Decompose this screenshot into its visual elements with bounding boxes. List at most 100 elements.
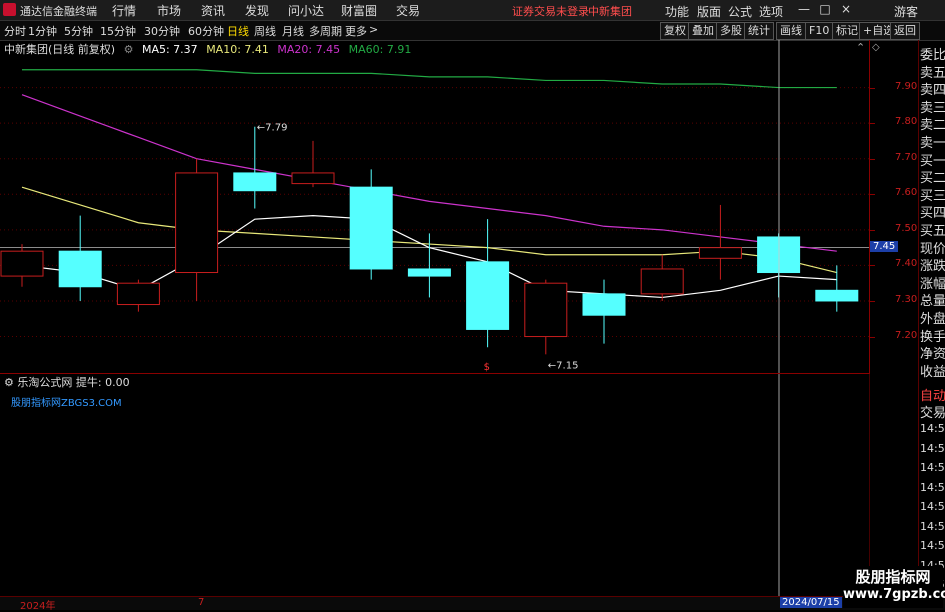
candle-body — [58, 250, 102, 288]
price-tick-label: 7.20 — [895, 329, 918, 341]
price-tick — [870, 123, 875, 125]
time-axis-start: 2024年 — [20, 601, 56, 612]
candle-body — [0, 250, 44, 277]
indicator-pane[interactable] — [0, 374, 870, 596]
menu-item-layout[interactable]: 版面 — [697, 3, 721, 20]
quote-field-label: 买三 — [920, 188, 945, 204]
period-30min[interactable]: 30分钟 — [144, 23, 180, 39]
quote-field-label: 现价 — [920, 241, 945, 257]
menu-item-wealth[interactable]: 财富圈 — [341, 2, 377, 19]
period-monthly[interactable]: 月线 — [282, 23, 304, 39]
price-tick — [870, 300, 875, 302]
indicator-header: ⚙ 乐淘公式网 提牛: 0.00 — [4, 374, 130, 390]
menu-item-news[interactable]: 资讯 — [201, 2, 225, 19]
menu-item-quotes[interactable]: 行情 — [112, 2, 136, 19]
menu-item-function[interactable]: 功能 — [665, 3, 689, 20]
tool-adjust[interactable]: 复权 — [660, 22, 690, 40]
top-menu-bar: 通达信金融终端 行情 市场 资讯 发现 问小达 财富圈 交易 证券交易未登录 中… — [0, 0, 945, 21]
close-icon[interactable]: × — [838, 2, 854, 16]
stock-title: 中新集团 — [588, 5, 632, 18]
quote-field-label: 卖二 — [920, 118, 945, 134]
period-60min[interactable]: 60分钟 — [188, 23, 224, 39]
tick-time: 14:56 — [920, 519, 945, 533]
price-tick-label: 7.40 — [895, 258, 918, 270]
site-watermark-url: www.7gpzb.com — [843, 587, 945, 602]
tool-multi-stock[interactable]: 多股 — [716, 22, 746, 40]
period-timeshare[interactable]: 分时 — [4, 23, 26, 39]
period-1min[interactable]: 1分钟 — [28, 23, 57, 39]
candle-body — [582, 293, 626, 316]
tool-mark[interactable]: 标记 — [832, 22, 862, 40]
price-tick — [870, 194, 875, 196]
tick-time: 14:56 — [920, 441, 945, 455]
settings-icon[interactable]: ⚙ — [4, 376, 14, 389]
menu-item-market[interactable]: 市场 — [157, 2, 181, 19]
price-tick — [870, 87, 875, 89]
quote-field-label: 收益 — [920, 364, 945, 380]
tick-time: 14:56 — [920, 480, 945, 494]
quote-field-label: 卖三 — [920, 100, 945, 116]
quote-field-label: 换手 — [920, 329, 945, 345]
price-tick-label: 7.70 — [895, 151, 918, 163]
price-tick — [870, 158, 875, 160]
menu-item-trade[interactable]: 交易 — [396, 2, 420, 19]
period-15min[interactable]: 15分钟 — [100, 23, 136, 39]
price-axis: 7.90 7.80 7.70 7.60 7.50 7.40 7.30 7.20 — [870, 40, 918, 374]
period-more[interactable]: 更多 — [345, 23, 367, 39]
price-tick-label: 7.90 — [895, 80, 918, 92]
price-tick-label: 7.50 — [895, 222, 918, 234]
quote-field-label: 买二 — [920, 171, 945, 187]
quote-field-label: 外盘 — [920, 312, 945, 327]
ma60-line — [22, 69, 837, 89]
tick-time: 14:56 — [920, 422, 945, 435]
time-axis-month: 7 — [198, 597, 205, 608]
period-multi[interactable]: 多周期 — [309, 23, 342, 39]
period-daily[interactable]: 日线 — [227, 23, 249, 39]
indicator-watermark: 股朋指标网ZBGS3.COM — [11, 398, 122, 409]
price-tick — [870, 336, 875, 338]
maximize-icon[interactable]: □ — [817, 2, 833, 16]
ma20-line — [21, 94, 837, 252]
tool-back[interactable]: 返回 — [890, 22, 920, 40]
menu-item-formula[interactable]: 公式 — [728, 3, 752, 20]
low-annotation: ←7.15 — [548, 360, 579, 371]
candle-body — [291, 172, 335, 185]
menu-item-discover[interactable]: 发现 — [245, 2, 269, 19]
quote-field-label: 涨跌 — [920, 259, 945, 275]
price-tick-label: 7.30 — [895, 293, 918, 305]
menu-item-options[interactable]: 选项 — [759, 3, 783, 20]
tool-stats[interactable]: 统计 — [744, 22, 774, 40]
period-5min[interactable]: 5分钟 — [64, 23, 93, 39]
app-name: 通达信金融终端 — [20, 5, 97, 18]
menu-item-ask[interactable]: 问小达 — [288, 2, 324, 19]
quote-field-label: 涨幅 — [920, 276, 945, 292]
candle-body — [815, 289, 859, 302]
login-warning[interactable]: 证券交易未登录 — [512, 3, 589, 19]
price-tick-label: 7.60 — [895, 187, 918, 199]
quote-field-label: 卖四 — [920, 83, 945, 99]
indicator-title: 乐淘公式网 提牛: 0.00 — [17, 376, 130, 389]
tool-f10[interactable]: F10 — [805, 22, 834, 40]
period-weekly[interactable]: 周线 — [254, 23, 276, 39]
quote-field-label: 买一 — [920, 153, 945, 169]
quote-field-label: 净资 — [920, 347, 945, 363]
chevron-right-icon[interactable]: > — [369, 23, 378, 36]
quote-field-label: 委比 — [920, 48, 945, 63]
crosshair-date: 2024/07/15 — [780, 597, 842, 608]
high-annotation: ←7.79 — [257, 123, 288, 134]
tool-overlay[interactable]: 叠加 — [688, 22, 718, 40]
candle-body — [466, 261, 510, 330]
site-watermark: 股朋指标网 www.7gpzb.com — [843, 566, 945, 608]
quote-side-panel: 委比 卖五 卖四 卖三 卖二 卖一 买一 买二 买三 买四 买五 现价 涨跌 涨幅 总量 外盘 换手 净资 收益 自动… — [918, 40, 945, 596]
minimize-icon[interactable]: — — [796, 2, 812, 16]
tool-draw[interactable]: 画线 — [776, 22, 806, 40]
trade-label[interactable]: 交易 — [920, 402, 945, 421]
signal-mark: $ — [484, 362, 490, 373]
quote-field-label: 总量 — [920, 294, 945, 310]
current-price-tag: 7.45 — [870, 240, 899, 252]
candlestick-chart[interactable]: ←7.79 ←7.15 $ — [0, 40, 870, 374]
guest-label[interactable]: 游客 — [894, 3, 918, 20]
site-watermark-title: 股朋指标网 — [855, 568, 931, 586]
candle-body — [349, 186, 393, 270]
price-tick — [870, 265, 875, 267]
